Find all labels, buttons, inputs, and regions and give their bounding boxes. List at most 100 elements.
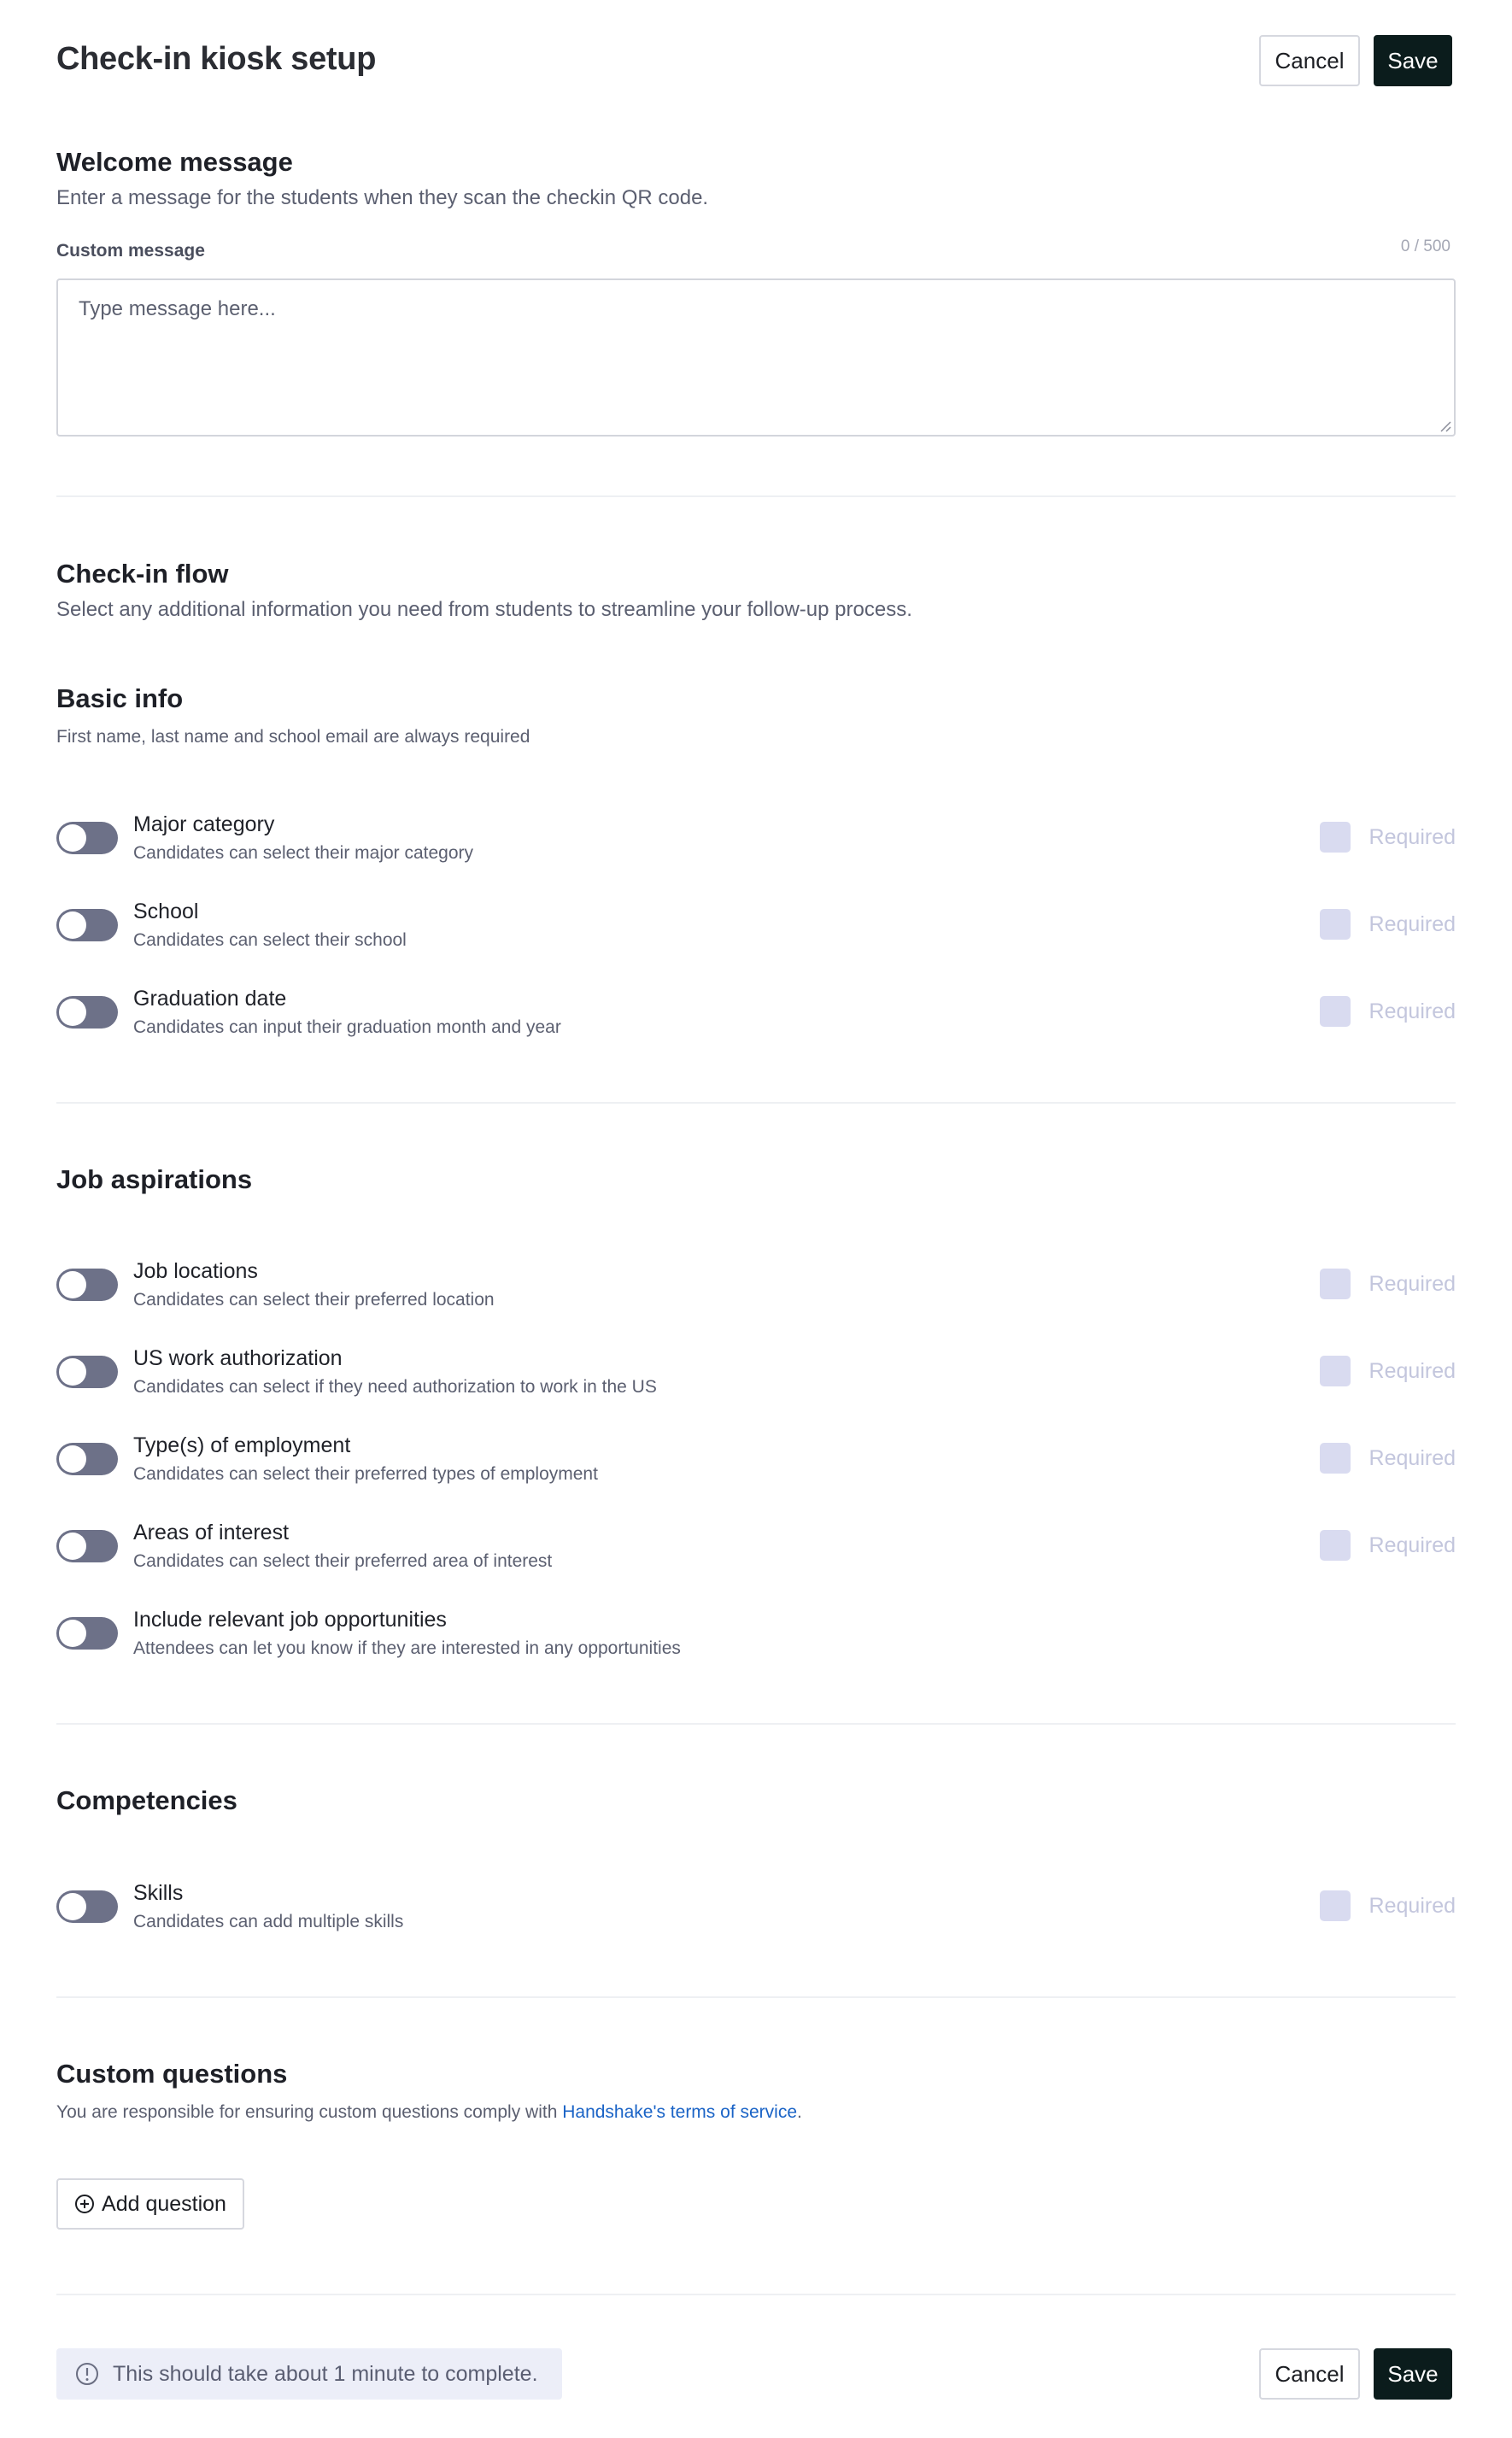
option-label: Type(s) of employment	[133, 1433, 351, 1457]
toggle-knob	[59, 1533, 86, 1560]
required-checkbox[interactable]: Required	[1319, 1268, 1456, 1300]
info-icon	[76, 2363, 98, 2385]
required-label: Required	[1368, 1358, 1456, 1383]
section-divider	[56, 1102, 1456, 1104]
notice-suffix: .	[797, 2102, 802, 2122]
checkbox-box	[1319, 1530, 1351, 1561]
skills-toggle[interactable]	[56, 1890, 118, 1923]
checkbox-box	[1319, 1890, 1351, 1921]
option-row-school: School Candidates can select their schoo…	[56, 900, 1456, 963]
option-label: Graduation date	[133, 987, 287, 1011]
toggle-knob	[59, 1445, 86, 1473]
welcome-heading: Welcome message	[56, 147, 293, 177]
section-divider	[56, 495, 1456, 497]
cancel-button[interactable]: Cancel	[1259, 35, 1360, 86]
option-description: Candidates can select their preferred ty…	[133, 1464, 598, 1484]
option-description: Candidates can select if they need autho…	[133, 1377, 657, 1397]
option-label: Areas of interest	[133, 1521, 290, 1544]
option-description: Candidates can select their preferred ar…	[133, 1551, 553, 1571]
option-label: Include relevant job opportunities	[133, 1608, 447, 1632]
graduation-date-toggle[interactable]	[56, 996, 118, 1029]
add-question-button[interactable]: Add question	[56, 2178, 244, 2230]
option-description: Candidates can select their school	[133, 930, 407, 950]
basic-info-description: First name, last name and school email a…	[56, 727, 530, 747]
toggle-knob	[59, 1893, 86, 1920]
section-divider	[56, 1996, 1456, 1998]
info-banner: This should take about 1 minute to compl…	[56, 2348, 562, 2400]
plus-circle-icon	[75, 2195, 95, 2213]
footer-cancel-button[interactable]: Cancel	[1259, 2348, 1360, 2400]
required-label: Required	[1368, 1271, 1456, 1296]
checkin-flow-heading: Check-in flow	[56, 559, 229, 589]
option-row-skills: Skills Candidates can add multiple skill…	[56, 1881, 1456, 1944]
textarea-placeholder: Type message here...	[79, 297, 276, 320]
job-aspirations-heading: Job aspirations	[56, 1164, 253, 1194]
toggle-knob	[59, 1271, 86, 1298]
add-question-label: Add question	[102, 2191, 226, 2216]
notice-text: You are responsible for ensuring custom …	[56, 2102, 563, 2122]
checkbox-box	[1319, 1269, 1351, 1299]
job-locations-toggle[interactable]	[56, 1269, 118, 1301]
required-checkbox[interactable]: Required	[1319, 995, 1456, 1028]
checkbox-box	[1319, 909, 1351, 940]
custom-message-textarea[interactable]: Type message here...	[56, 278, 1456, 437]
school-toggle[interactable]	[56, 909, 118, 941]
required-label: Required	[1368, 1533, 1456, 1557]
toggle-knob	[59, 824, 86, 852]
relevant-job-opportunities-toggle[interactable]	[56, 1617, 118, 1650]
competencies-heading: Competencies	[56, 1785, 237, 1815]
option-label: Skills	[133, 1881, 184, 1905]
required-label: Required	[1368, 911, 1456, 936]
option-description: Attendees can let you know if they are i…	[133, 1638, 681, 1658]
option-row-graduation-date: Graduation date Candidates can input the…	[56, 987, 1456, 1050]
welcome-description: Enter a message for the students when th…	[56, 186, 709, 209]
option-row-us-work-authorization: US work authorization Candidates can sel…	[56, 1346, 1456, 1409]
save-button[interactable]: Save	[1374, 35, 1452, 86]
us-work-authorization-toggle[interactable]	[56, 1356, 118, 1388]
section-divider	[56, 2294, 1456, 2295]
option-description: Candidates can select their major catego…	[133, 843, 474, 863]
option-row-relevant-job-opportunities: Include relevant job opportunities Atten…	[56, 1608, 1456, 1671]
option-label: School	[133, 900, 199, 923]
checkbox-box	[1319, 1356, 1351, 1386]
option-label: Major category	[133, 812, 275, 836]
required-checkbox[interactable]: Required	[1319, 821, 1456, 853]
resize-handle-icon[interactable]	[1438, 419, 1451, 432]
option-row-areas-of-interest: Areas of interest Candidates can select …	[56, 1521, 1456, 1584]
required-label: Required	[1368, 999, 1456, 1023]
toggle-knob	[59, 911, 86, 939]
checkbox-box	[1319, 996, 1351, 1027]
custom-message-label: Custom message	[56, 241, 205, 261]
option-row-job-locations: Job locations Candidates can select thei…	[56, 1259, 1456, 1322]
types-of-employment-toggle[interactable]	[56, 1443, 118, 1475]
custom-questions-notice: You are responsible for ensuring custom …	[56, 2102, 802, 2123]
required-label: Required	[1368, 824, 1456, 849]
character-counter: 0 / 500	[1400, 237, 1450, 255]
major-category-toggle[interactable]	[56, 822, 118, 854]
checkbox-box	[1319, 822, 1351, 853]
required-checkbox[interactable]: Required	[1319, 1355, 1456, 1387]
page-title: Check-in kiosk setup	[56, 41, 377, 77]
toggle-knob	[59, 999, 86, 1026]
checkin-flow-description: Select any additional information you ne…	[56, 598, 912, 621]
toggle-knob	[59, 1358, 86, 1386]
footer-save-button[interactable]: Save	[1374, 2348, 1452, 2400]
option-description: Candidates can add multiple skills	[133, 1912, 404, 1931]
terms-of-service-link[interactable]: Handshake's terms of service	[562, 2102, 797, 2122]
required-label: Required	[1368, 1445, 1456, 1470]
required-checkbox[interactable]: Required	[1319, 1890, 1456, 1922]
option-description: Candidates can select their preferred lo…	[133, 1290, 495, 1310]
option-label: US work authorization	[133, 1346, 343, 1370]
required-label: Required	[1368, 1893, 1456, 1918]
option-row-types-of-employment: Type(s) of employment Candidates can sel…	[56, 1433, 1456, 1497]
basic-info-heading: Basic info	[56, 683, 184, 713]
areas-of-interest-toggle[interactable]	[56, 1530, 118, 1562]
info-text: This should take about 1 minute to compl…	[113, 2361, 538, 2386]
custom-questions-heading: Custom questions	[56, 2059, 288, 2089]
checkbox-box	[1319, 1443, 1351, 1474]
option-row-major-category: Major category Candidates can select the…	[56, 812, 1456, 876]
required-checkbox[interactable]: Required	[1319, 1442, 1456, 1474]
required-checkbox[interactable]: Required	[1319, 908, 1456, 941]
option-label: Job locations	[133, 1259, 258, 1283]
required-checkbox[interactable]: Required	[1319, 1529, 1456, 1562]
